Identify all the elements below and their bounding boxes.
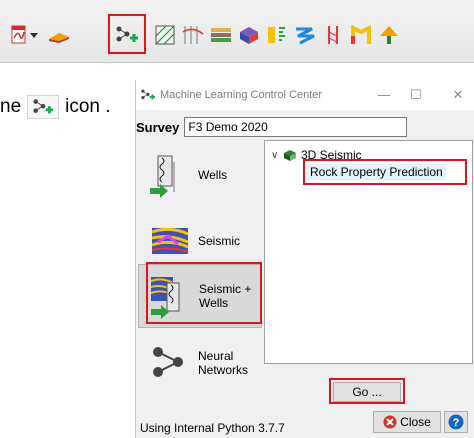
layer-stack-icon[interactable] (208, 22, 234, 48)
help-button[interactable]: ? (444, 411, 468, 433)
ml-network-icon (27, 95, 60, 119)
squiggle-icon[interactable] (292, 22, 318, 48)
seismic-icon (151, 227, 189, 254)
toolbar (0, 0, 474, 63)
help-label: ? (453, 417, 460, 429)
tree-highlight-box (303, 159, 467, 185)
app-icon (141, 89, 155, 100)
toolbar-highlight-box (108, 14, 146, 54)
wells-label: Wells (198, 168, 228, 182)
close-circle-icon (383, 415, 397, 429)
wells-icon (150, 155, 175, 198)
help-icon: ? (448, 414, 464, 430)
instruction-text: ne icon . (0, 95, 111, 119)
method-tree: ∨ 3D Seismic Rock Property Prediction (264, 140, 473, 364)
neural-networks-label: Neural Networks (198, 349, 248, 377)
maximize-button[interactable]: ☐ (406, 86, 426, 104)
category-panel: Wells Seismic Seismic + Wells Neural Net… (136, 140, 262, 394)
status-text: Using Internal Python 3.7.7 (140, 421, 285, 435)
titlebar[interactable]: Machine Learning Control Center — ☐ ✕ (136, 80, 474, 110)
category-highlight-box (146, 262, 262, 324)
instruction-prefix: ne (0, 96, 22, 117)
neural-networks-button[interactable]: Neural Networks (138, 332, 260, 394)
tree-icon[interactable] (376, 22, 402, 48)
survey-row: Survey (136, 116, 408, 138)
close-button[interactable]: Close (373, 411, 441, 433)
chevron-down-icon[interactable]: ∨ (271, 150, 283, 161)
neural-network-icon (153, 347, 183, 377)
well-ties-icon[interactable] (180, 22, 206, 48)
bars-chart-icon[interactable] (264, 22, 290, 48)
seismic-volume-icon (284, 150, 296, 161)
neural-networks-label-line2: Networks (198, 363, 249, 377)
fault-icon[interactable] (320, 22, 346, 48)
survey-label: Survey (136, 119, 180, 135)
window-close-button[interactable]: ✕ (448, 86, 468, 104)
flag-icon[interactable] (348, 22, 374, 48)
seismic-label: Seismic (198, 234, 241, 248)
close-label: Close (400, 415, 431, 429)
neural-networks-label-line1: Neural (198, 349, 234, 363)
minimize-button[interactable]: — (374, 86, 394, 104)
instruction-suffix: icon . (65, 96, 111, 117)
wells-button[interactable]: Wells (138, 144, 260, 206)
survey-field[interactable] (184, 117, 408, 137)
go-highlight-box (329, 378, 405, 404)
crossplot-icon[interactable] (152, 22, 178, 48)
volume-icon[interactable] (236, 22, 262, 48)
horizon-icon[interactable] (46, 22, 72, 48)
dropdown-arrow-icon[interactable] (28, 22, 40, 48)
ml-control-center-dialog: Machine Learning Control Center — ☐ ✕ Su… (135, 80, 474, 438)
window-title: Machine Learning Control Center (160, 89, 323, 101)
